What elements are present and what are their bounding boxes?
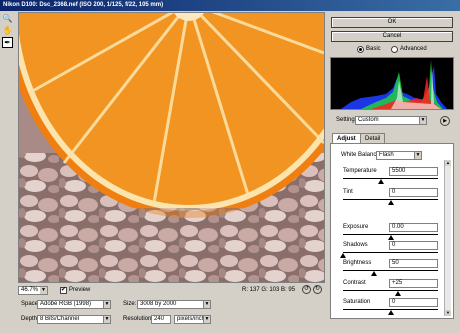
exposure-slider-thumb[interactable]	[387, 235, 394, 240]
preview-checkbox[interactable]: ✔	[60, 287, 67, 294]
cancel-button[interactable]: Cancel	[331, 31, 453, 42]
saturation-input[interactable]: 0	[389, 298, 438, 307]
zoom-select[interactable]: 46.7% ▼	[18, 286, 48, 295]
chevron-down-icon: ▼	[203, 301, 210, 308]
settings-value: Custom	[358, 117, 379, 123]
preview-label: Preview	[69, 287, 91, 293]
basic-radio[interactable]	[357, 46, 364, 53]
chevron-down-icon: ▼	[414, 152, 421, 159]
contrast-slider-track[interactable]	[343, 290, 438, 291]
shadows-slider-track[interactable]	[343, 252, 438, 253]
settings-menu-icon[interactable]: ▶	[440, 116, 450, 126]
rotate-left-icon[interactable]: ↺	[302, 285, 311, 294]
resolution-label: Resolution:	[123, 316, 154, 322]
exposure-input[interactable]: 0.00	[389, 223, 438, 232]
advanced-label: Advanced	[400, 46, 427, 52]
advanced-radio[interactable]	[391, 46, 398, 53]
window-title: Nikon D100: Dsc_2368.nef (ISO 200, 1/125…	[0, 0, 460, 11]
brightness-slider-track[interactable]	[343, 270, 438, 271]
white-balance-select[interactable]: Flash ▼	[376, 151, 422, 160]
rgb-readout: R: 137 G: 103 B: 95	[242, 287, 296, 293]
depth-value: 8 Bits/Channel	[40, 316, 80, 322]
temperature-slider-thumb[interactable]	[378, 179, 384, 184]
chevron-down-icon: ▼	[103, 316, 110, 323]
exposure-label: Exposure	[343, 224, 369, 230]
contrast-input[interactable]: +25	[389, 279, 438, 288]
brightness-slider-thumb[interactable]	[371, 271, 378, 276]
size-select[interactable]: 3008 by 2000 ▼	[137, 300, 211, 309]
space-select[interactable]: Adobe RGB (1998) ▼	[37, 300, 111, 309]
zoom-tool-icon[interactable]: 🔍	[2, 13, 13, 24]
temperature-input[interactable]: 5500	[389, 167, 438, 176]
preview-photo	[19, 13, 324, 282]
size-label: Size:	[123, 301, 137, 307]
zoom-value: 46.7%	[21, 287, 39, 293]
panel-scrollbar[interactable]: ▲ ▼	[444, 160, 451, 316]
temperature-slider-track[interactable]	[343, 178, 438, 179]
shadows-input[interactable]: 0	[389, 241, 438, 250]
shadows-label: Shadows	[343, 242, 368, 248]
chevron-down-icon: ▼	[40, 287, 47, 294]
scroll-up-icon[interactable]: ▲	[445, 160, 451, 166]
saturation-slider-thumb[interactable]	[387, 310, 394, 315]
resolution-value: 240	[154, 316, 165, 322]
tint-slider-thumb[interactable]	[387, 200, 394, 205]
tint-input[interactable]: 0	[389, 188, 438, 197]
tint-label: Tint	[343, 189, 353, 195]
rotate-right-icon[interactable]: ↻	[313, 285, 322, 294]
tab-adjust[interactable]: Adjust	[332, 133, 361, 143]
contrast-label: Contrast	[343, 280, 366, 286]
chevron-down-icon: ▼	[419, 117, 426, 124]
saturation-label: Saturation	[343, 299, 371, 305]
eyedropper-tool-icon[interactable]: ✒	[2, 37, 13, 48]
chevron-down-icon: ▼	[203, 316, 210, 323]
size-value: 3008 by 2000	[140, 301, 177, 307]
shadows-slider-thumb[interactable]	[340, 253, 346, 258]
chevron-down-icon: ▼	[103, 301, 110, 308]
space-value: Adobe RGB (1998)	[40, 301, 92, 307]
hand-tool-icon[interactable]: ✋	[2, 25, 13, 36]
ok-button[interactable]: OK	[331, 17, 453, 28]
resolution-unit: pixels/inch	[177, 316, 206, 322]
histogram-graph	[341, 60, 447, 109]
brightness-input[interactable]: 50	[389, 259, 438, 268]
histogram	[330, 57, 454, 110]
temperature-label: Temperature	[343, 168, 377, 174]
basic-label: Basic	[366, 46, 381, 52]
resolution-input[interactable]: 240	[151, 315, 171, 324]
toolbar: 🔍 ✋ ✒	[0, 12, 16, 48]
settings-select[interactable]: Custom ▼	[355, 116, 427, 125]
resolution-unit-select[interactable]: pixels/inch ▼	[174, 315, 211, 324]
scroll-down-icon[interactable]: ▼	[445, 310, 451, 316]
depth-select[interactable]: 8 Bits/Channel ▼	[37, 315, 111, 324]
image-preview[interactable]	[18, 12, 325, 283]
brightness-label: Brightness	[343, 260, 372, 266]
white-balance-value: Flash	[379, 152, 394, 158]
tab-detail[interactable]: Detail	[360, 133, 386, 143]
contrast-slider-thumb[interactable]	[395, 291, 402, 296]
